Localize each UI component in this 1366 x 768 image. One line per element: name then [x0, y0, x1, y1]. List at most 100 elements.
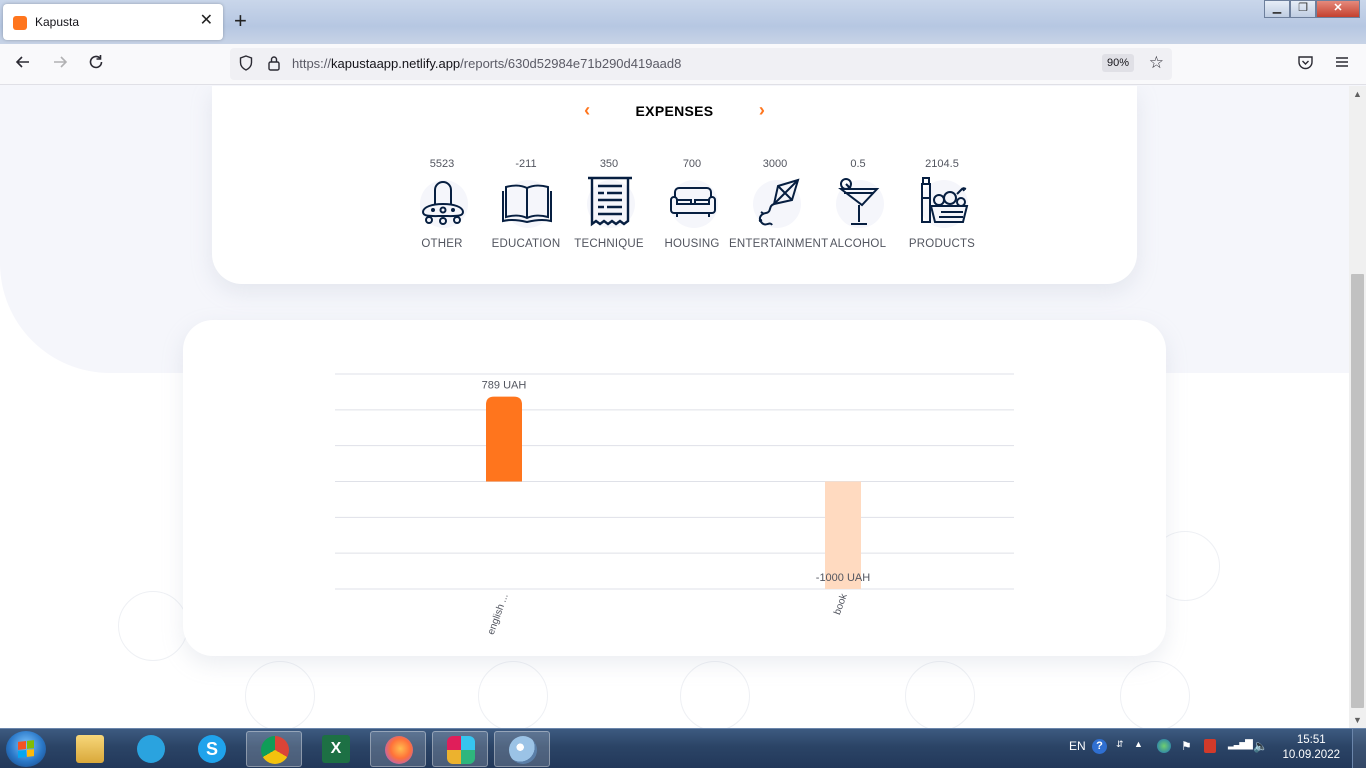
category-value: -211 — [515, 158, 537, 170]
groceries-icon — [912, 174, 972, 232]
excel-icon: X — [322, 735, 350, 763]
cabbage-decoration-icon — [118, 591, 188, 661]
pocket-icon[interactable] — [1297, 54, 1314, 76]
category-label: PRODUCTS — [908, 238, 976, 250]
category-label: EDUCATION — [491, 238, 561, 250]
bookmark-star-icon[interactable]: ☆ — [1149, 53, 1164, 73]
firefox-icon — [385, 736, 413, 764]
taskbar-excel[interactable]: X — [308, 731, 364, 767]
kite-icon — [745, 174, 805, 232]
taskbar-skype[interactable]: S — [184, 731, 240, 767]
chevron-right-icon[interactable]: › — [752, 100, 772, 121]
new-tab-button[interactable]: + — [234, 9, 247, 33]
tracking-shield-icon[interactable] — [239, 55, 253, 71]
ufo-icon — [412, 174, 472, 232]
category-label: ALCOHOL — [829, 238, 887, 250]
help-icon[interactable]: ? — [1092, 739, 1107, 754]
category-label: OTHER — [421, 238, 463, 250]
category-education[interactable]: -211 EDUCATION — [480, 158, 572, 250]
cabbage-decoration-icon — [680, 661, 750, 728]
taskbar-slack[interactable] — [432, 731, 488, 767]
category-label: TECHNIQUE — [574, 238, 644, 250]
windows-taskbar: S X EN ? ⇵ ▲ ⚑ ▂▃▅▇ 🔈 15:51 10.09.2022 — [0, 728, 1366, 768]
windows-logo-icon — [18, 740, 34, 758]
chevron-left-icon[interactable]: ‹ — [577, 100, 597, 121]
taskbar-file-explorer[interactable] — [62, 731, 118, 767]
receipt-icon — [579, 174, 639, 232]
chrome-icon — [261, 736, 289, 764]
taskbar-telegram[interactable] — [123, 731, 179, 767]
network-globe-icon[interactable] — [1157, 739, 1171, 753]
category-value: 350 — [599, 158, 619, 170]
category-value: 0.5 — [850, 158, 866, 170]
tab-title: Kapusta — [35, 15, 80, 29]
tab-close-button[interactable]: ✕ — [200, 12, 213, 30]
minimize-button[interactable]: ▁ — [1264, 0, 1290, 18]
category-technique[interactable]: 350 TECHNIQUE — [563, 158, 655, 250]
clock-time: 15:51 — [1296, 734, 1326, 746]
url-text[interactable]: https://kapustaapp.netlify.app/reports/6… — [292, 56, 681, 71]
category-label: ENTERTAINMENT — [729, 238, 829, 250]
category-value: 700 — [682, 158, 702, 170]
show-desktop-button[interactable] — [1352, 729, 1366, 768]
skype-icon: S — [198, 735, 226, 763]
url-bar[interactable]: https://kapustaapp.netlify.app/reports/6… — [230, 48, 1172, 80]
menu-hamburger-icon[interactable] — [1334, 54, 1350, 75]
taskbar-chrome[interactable] — [246, 731, 302, 767]
start-button[interactable] — [6, 731, 46, 767]
chart-tick-label: english ... — [486, 592, 511, 636]
sofa-icon — [662, 174, 722, 232]
volume-icon[interactable]: 🔈 — [1253, 739, 1268, 753]
category-other[interactable]: 5523 OTHER — [396, 158, 488, 250]
url-path: /reports/630d52984e71b290d419aad8 — [460, 56, 682, 71]
category-products[interactable]: 2104.5 PRODUCTS — [896, 158, 988, 250]
taskbar-clock[interactable]: 15:51 10.09.2022 — [1282, 733, 1340, 763]
taskbar-paint[interactable] — [494, 731, 550, 767]
back-arrow-icon[interactable] — [14, 53, 32, 76]
window-controls: ▁ ❐ ✕ — [1264, 0, 1360, 18]
chart-data-label: -1000 UAH — [816, 572, 870, 584]
show-hidden-icons-arrow-icon[interactable]: ▲ — [1134, 739, 1143, 749]
scroll-thumb[interactable] — [1351, 274, 1364, 708]
cabbage-decoration-icon — [1120, 661, 1190, 728]
expenses-card: ‹ EXPENSES › 5523 OTHER -211 EDUCATION 3… — [212, 86, 1137, 284]
category-entertainment[interactable]: 3000 ENTERTAINMENT — [729, 158, 829, 250]
browser-toolbar: https://kapustaapp.netlify.app/reports/6… — [0, 44, 1366, 85]
category-value: 5523 — [429, 158, 455, 170]
page-viewport: ‹ EXPENSES › 5523 OTHER -211 EDUCATION 3… — [0, 86, 1349, 728]
action-center-flag-icon[interactable]: ⚑ — [1181, 739, 1192, 753]
forward-arrow-icon[interactable] — [51, 53, 69, 76]
kapusta-favicon-icon — [13, 16, 27, 30]
language-indicator[interactable]: EN — [1069, 739, 1086, 753]
cabbage-decoration-icon — [478, 661, 548, 728]
browser-tab[interactable]: Kapusta ✕ — [3, 4, 223, 40]
browser-titlebar: Kapusta ✕ + ▁ ❐ ✕ — [0, 0, 1366, 44]
url-host: kapustaapp.netlify.app — [331, 56, 461, 71]
folder-icon — [76, 735, 104, 763]
slack-icon — [447, 736, 475, 764]
expenses-switcher: ‹ EXPENSES › — [212, 100, 1137, 121]
security-alert-icon[interactable] — [1204, 739, 1216, 753]
reload-icon[interactable] — [87, 53, 105, 76]
clock-date: 10.09.2022 — [1282, 749, 1340, 761]
telegram-icon — [137, 735, 165, 763]
switcher-title: EXPENSES — [635, 102, 714, 119]
close-window-button[interactable]: ✕ — [1316, 0, 1360, 18]
category-value: 3000 — [762, 158, 788, 170]
taskbar-firefox[interactable] — [370, 731, 426, 767]
keyboard-layout-icon[interactable]: ⇵ — [1116, 739, 1124, 750]
bar-chart: 789 UAH english ... -1000 UAH book — [335, 373, 1014, 636]
category-alcohol[interactable]: 0.5 ALCOHOL — [812, 158, 904, 250]
cocktail-icon — [828, 174, 888, 232]
scroll-down-arrow-icon[interactable]: ▼ — [1349, 712, 1366, 728]
category-value: 2104.5 — [925, 158, 959, 170]
restore-button[interactable]: ❐ — [1290, 0, 1316, 18]
scroll-up-arrow-icon[interactable]: ▲ — [1349, 86, 1366, 102]
zoom-level-button[interactable]: 90% — [1101, 54, 1134, 72]
book-icon — [496, 174, 556, 232]
signal-bars-icon[interactable]: ▂▃▅▇ — [1228, 739, 1253, 750]
page-scrollbar[interactable]: ▲ ▼ — [1349, 86, 1366, 728]
cabbage-decoration-icon — [245, 661, 315, 728]
category-housing[interactable]: 700 HOUSING — [646, 158, 738, 250]
lock-icon[interactable] — [267, 55, 281, 71]
